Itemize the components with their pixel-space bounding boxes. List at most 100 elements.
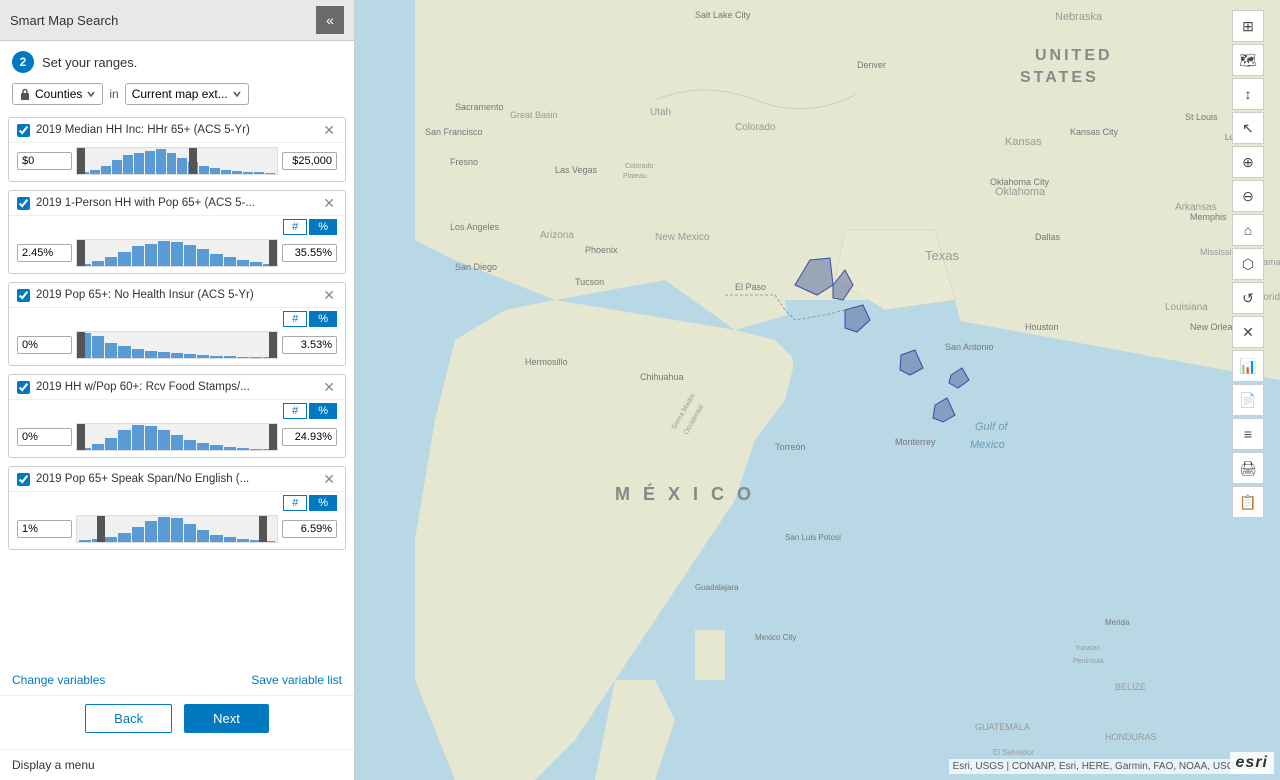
range-thumb-right-1[interactable] <box>189 148 197 174</box>
range-min-1[interactable] <box>17 152 72 170</box>
range-max-2[interactable] <box>282 244 337 262</box>
layer-dropdown[interactable]: Counties <box>12 83 103 105</box>
range-max-4[interactable] <box>282 428 337 446</box>
type-pct-btn-3[interactable]: % <box>309 311 337 327</box>
range-slider-2[interactable] <box>76 239 278 267</box>
histogram-bar <box>224 537 236 542</box>
save-variable-list-link[interactable]: Save variable list <box>251 673 342 687</box>
next-button[interactable]: Next <box>184 704 269 733</box>
list-icon[interactable]: ≡ <box>1232 418 1264 450</box>
display-menu-button[interactable]: Display a menu <box>12 758 95 772</box>
histogram-bar <box>197 530 209 542</box>
range-thumb-right-2[interactable] <box>269 240 277 266</box>
range-slider-5[interactable] <box>76 515 278 543</box>
histogram-bar <box>197 249 209 266</box>
refresh-icon[interactable]: ↺ <box>1232 282 1264 314</box>
histogram-bar <box>171 518 183 542</box>
histogram-bar <box>210 535 222 542</box>
var-checkbox-3[interactable] <box>17 289 30 302</box>
svg-text:Yucatan: Yucatan <box>1075 645 1100 652</box>
range-min-4[interactable] <box>17 428 72 446</box>
zoom-extent-icon[interactable]: ↕ <box>1232 78 1264 110</box>
histogram-bar <box>199 166 209 174</box>
svg-text:El Paso: El Paso <box>735 282 766 292</box>
var-checkbox-1[interactable] <box>17 124 30 137</box>
range-thumb-left-3[interactable] <box>77 332 85 358</box>
variable-card-4: 2019 HH w/Pop 60+: Rcv Food Stamps/...✕#… <box>8 374 346 458</box>
histogram-bar <box>92 444 104 450</box>
home-icon[interactable]: ⌂ <box>1232 214 1264 246</box>
type-pct-btn-5[interactable]: % <box>309 495 337 511</box>
chart-icon[interactable]: 📊 <box>1232 350 1264 382</box>
grid-icon[interactable]: ⊞ <box>1232 10 1264 42</box>
select-icon[interactable]: ↖ <box>1232 112 1264 144</box>
range-min-5[interactable] <box>17 520 72 538</box>
range-thumb-left-4[interactable] <box>77 424 85 450</box>
var-title-1: 2019 Median HH Inc: HHr 65+ (ACS 5-Yr) <box>36 124 315 136</box>
range-slider-1[interactable] <box>76 147 278 175</box>
range-thumb-right-5[interactable] <box>259 516 267 542</box>
variable-card-2: 2019 1-Person HH with Pop 65+ (ACS 5-...… <box>8 190 346 274</box>
histogram-bar <box>237 260 249 266</box>
histogram-3 <box>77 332 277 358</box>
histogram-bar <box>250 449 262 450</box>
var-remove-btn-2[interactable]: ✕ <box>321 196 337 210</box>
extent-dropdown[interactable]: Current map ext... <box>125 83 249 105</box>
type-pct-btn-2[interactable]: % <box>309 219 337 235</box>
svg-text:Tucson: Tucson <box>575 277 604 287</box>
var-checkbox-4[interactable] <box>17 381 30 394</box>
svg-text:Arizona: Arizona <box>540 230 574 241</box>
range-slider-4[interactable] <box>76 423 278 451</box>
svg-text:Kansas City: Kansas City <box>1070 127 1119 137</box>
type-hash-btn-3[interactable]: # <box>283 311 307 327</box>
range-slider-3[interactable] <box>76 331 278 359</box>
histogram-bar <box>237 357 249 358</box>
change-variables-link[interactable]: Change variables <box>12 673 105 687</box>
svg-text:Colorado: Colorado <box>735 122 776 133</box>
histogram-bar <box>132 425 144 450</box>
histogram-bar <box>158 517 170 542</box>
report-icon[interactable]: 📋 <box>1232 486 1264 518</box>
range-max-3[interactable] <box>282 336 337 354</box>
zoom-out-icon[interactable]: ⊖ <box>1232 180 1264 212</box>
basemap-icon[interactable]: 🗺 <box>1232 44 1264 76</box>
range-min-3[interactable] <box>17 336 72 354</box>
links-row: Change variables Save variable list <box>0 669 354 695</box>
var-checkbox-2[interactable] <box>17 197 30 210</box>
var-checkbox-5[interactable] <box>17 473 30 486</box>
type-hash-btn-4[interactable]: # <box>283 403 307 419</box>
back-button[interactable]: Back <box>85 704 172 733</box>
type-pct-btn-4[interactable]: % <box>309 403 337 419</box>
range-thumb-right-3[interactable] <box>269 332 277 358</box>
range-thumb-left-2[interactable] <box>77 240 85 266</box>
range-thumb-left-1[interactable] <box>77 148 85 174</box>
type-hash-btn-5[interactable]: # <box>283 495 307 511</box>
lock-icon <box>19 88 31 100</box>
var-remove-btn-4[interactable]: ✕ <box>321 380 337 394</box>
zoom-in-icon[interactable]: ⊕ <box>1232 146 1264 178</box>
range-max-1[interactable] <box>282 152 337 170</box>
range-max-5[interactable] <box>282 520 337 538</box>
histogram-bar <box>184 524 196 542</box>
type-hash-btn-2[interactable]: # <box>283 219 307 235</box>
range-thumb-right-4[interactable] <box>269 424 277 450</box>
print-icon[interactable]: 🖨 <box>1232 452 1264 484</box>
layers-icon[interactable]: ⬡ <box>1232 248 1264 280</box>
var-remove-btn-3[interactable]: ✕ <box>321 288 337 302</box>
range-thumb-left-5[interactable] <box>97 516 105 542</box>
svg-text:Sacramento: Sacramento <box>455 102 504 112</box>
histogram-bar <box>210 254 222 266</box>
var-remove-btn-5[interactable]: ✕ <box>321 472 337 486</box>
histogram-bar <box>171 242 183 266</box>
histogram-bar <box>118 252 130 266</box>
histogram-bar <box>156 149 166 174</box>
collapse-button[interactable]: « <box>316 6 344 34</box>
var-remove-btn-1[interactable]: ✕ <box>321 123 337 137</box>
chevron-down-icon <box>86 89 96 99</box>
var-title-5: 2019 Pop 65+ Speak Span/No English (... <box>36 473 315 485</box>
range-min-2[interactable] <box>17 244 72 262</box>
export-icon[interactable]: 📄 <box>1232 384 1264 416</box>
clear-icon[interactable]: ✕ <box>1232 316 1264 348</box>
histogram-bar <box>105 537 117 542</box>
histogram-bar <box>232 171 242 174</box>
